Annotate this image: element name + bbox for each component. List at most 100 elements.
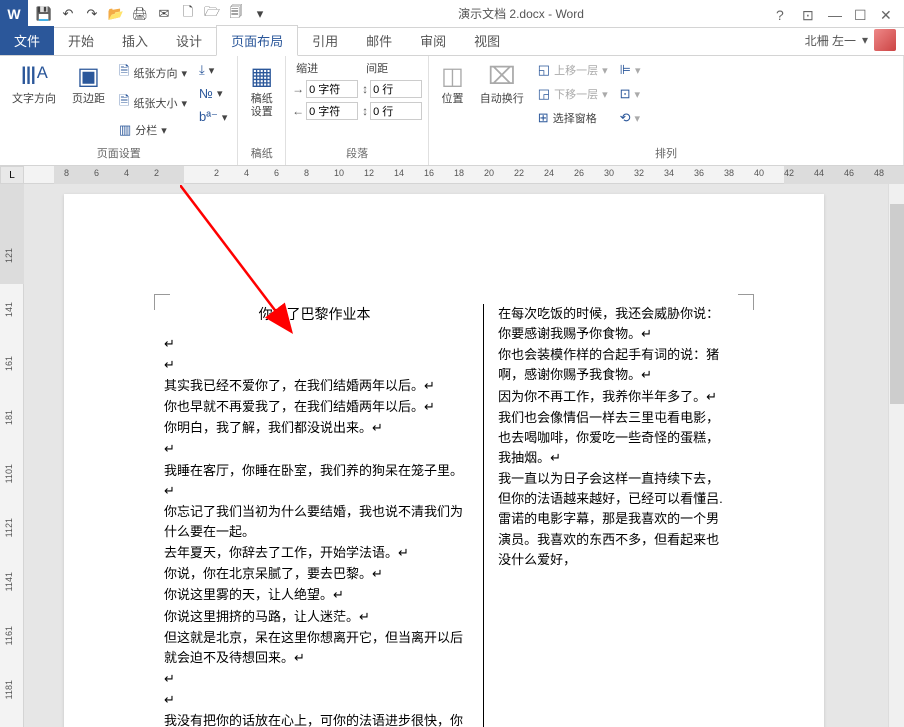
columns-button[interactable]: ▥分栏 ▾ xyxy=(115,120,191,140)
paragraph[interactable]: 在每次吃饭的时候，我还会威胁你说：你要感谢我赐予你食物。↵ xyxy=(498,304,724,344)
save-icon[interactable]: 💾 xyxy=(36,6,52,22)
paragraph[interactable]: 因为你不再工作，我养你半年多了。↵ xyxy=(498,387,724,407)
indent-left-spinner[interactable]: → xyxy=(292,80,358,98)
paragraph[interactable]: 我睡在客厅，你睡在卧室，我们养的狗呆在笼子里。↵ xyxy=(164,461,465,501)
ruler-h-tick: 24 xyxy=(544,168,554,178)
tab-review[interactable]: 审阅 xyxy=(406,26,460,55)
paragraph[interactable]: 你明白，我了解，我们都没说出来。↵ xyxy=(164,418,465,438)
group-arrange: 排列 xyxy=(435,143,897,163)
paragraph[interactable]: 其实我已经不爱你了，在我们结婚两年以后。↵ xyxy=(164,376,465,396)
tab-insert[interactable]: 插入 xyxy=(108,26,162,55)
indent-left-input[interactable] xyxy=(306,80,358,98)
open-icon[interactable]: 📂 xyxy=(108,6,124,22)
ruler-v-tick: 1121 xyxy=(4,518,14,537)
minimize-icon[interactable]: — xyxy=(828,7,842,21)
wrap-button[interactable]: ⌧自动换行 xyxy=(474,60,530,108)
crop-mark-tl xyxy=(154,294,170,310)
tab-file[interactable]: 文件 xyxy=(0,26,54,55)
indent-right-input[interactable] xyxy=(306,102,358,120)
maximize-icon[interactable]: ☐ xyxy=(854,7,868,21)
spacing-before-spinner[interactable]: ↕ xyxy=(362,80,422,98)
paragraph[interactable]: 你也会装模作样的合起手有词的说：猪啊，感谢你赐予我食物。↵ xyxy=(498,345,724,385)
openfolder-icon[interactable]: 🗁 xyxy=(204,6,220,22)
hyphenation-button[interactable]: bª⁻▾ xyxy=(195,107,231,127)
paragraph[interactable]: 但这就是北京，呆在这里你想离开它，但当离开以后就会迫不及待想回来。↵ xyxy=(164,628,465,668)
paragraph[interactable]: 你说，你在北京呆腻了，要去巴黎。↵ xyxy=(164,564,465,584)
tab-home[interactable]: 开始 xyxy=(54,26,108,55)
orientation-button[interactable]: 🗎纸张方向 ▾ xyxy=(115,60,191,86)
undo-icon[interactable]: ↶ xyxy=(60,6,76,22)
text-direction-button[interactable]: Ⅲᴬ 文字方向 xyxy=(6,60,62,108)
position-button[interactable]: ◫位置 xyxy=(435,60,470,108)
paragraph[interactable]: 我没有把你的话放在心上，可你的法语进步很快，你的时候 xyxy=(164,711,465,727)
bring-forward-button[interactable]: ◱上移一层 ▾ xyxy=(534,60,612,80)
scrollbar-thumb[interactable] xyxy=(890,204,904,404)
new-icon[interactable]: 🗋 xyxy=(180,6,196,22)
column-right[interactable]: 在每次吃饭的时候，我还会威胁你说：你要感谢我赐予你食物。↵你也会装模作样的合起手… xyxy=(483,304,724,727)
quickprint-icon[interactable]: 🖨 xyxy=(132,6,148,22)
username[interactable]: 北柵 左一 xyxy=(805,32,856,49)
copy-icon[interactable]: 🗐 xyxy=(228,6,244,22)
page: 你去了巴黎作业本 ↵↵其实我已经不爱你了，在我们结婚两年以后。↵你也早就不再爱我… xyxy=(64,194,824,727)
avatar[interactable] xyxy=(874,29,896,51)
ruler-h-tick: 38 xyxy=(724,168,734,178)
paragraph[interactable]: ↵ xyxy=(164,669,465,689)
spacing-after-input[interactable] xyxy=(370,102,422,120)
indent-label: 缩进 xyxy=(292,60,358,76)
customize-qat-icon[interactable]: ▾ xyxy=(252,6,268,22)
manuscript-settings-button[interactable]: ▦ 稿纸 设置 xyxy=(244,60,279,121)
ruler-h-tick: 22 xyxy=(514,168,524,178)
ruler-v-tick: 1141 xyxy=(4,572,14,591)
paragraph[interactable]: ↵ xyxy=(164,439,465,459)
help-icon[interactable]: ? xyxy=(776,7,790,21)
tab-selector[interactable]: L xyxy=(0,166,24,184)
paragraph[interactable]: ↵ xyxy=(164,355,465,375)
group-button[interactable]: ⊡▾ xyxy=(616,84,645,104)
breaks-button[interactable]: ⤓▾ xyxy=(195,60,231,80)
horizontal-ruler[interactable]: L 86422468101214161820222426303234363840… xyxy=(0,166,904,184)
rotate-button[interactable]: ⟲▾ xyxy=(616,108,645,128)
redo-icon[interactable]: ↷ xyxy=(84,6,100,22)
tab-design[interactable]: 设计 xyxy=(162,26,216,55)
send-backward-button[interactable]: ◲下移一层 ▾ xyxy=(534,84,612,104)
paragraph[interactable]: 你说这里雾的天，让人绝望。↵ xyxy=(164,585,465,605)
tab-references[interactable]: 引用 xyxy=(298,26,352,55)
document-viewport[interactable]: 你去了巴黎作业本 ↵↵其实我已经不爱你了，在我们结婚两年以后。↵你也早就不再爱我… xyxy=(24,184,904,727)
ribbon-options-icon[interactable]: ⊡ xyxy=(802,7,816,21)
tab-view[interactable]: 视图 xyxy=(460,26,514,55)
paragraph[interactable]: 你忘记了我们当初为什么要结婚，我也说不清我们为什么要在一起。 xyxy=(164,502,465,542)
ruler-h-tick: 44 xyxy=(814,168,824,178)
size-button[interactable]: 🗎纸张大小 ▾ xyxy=(115,90,191,116)
ruler-h-tick: 6 xyxy=(274,168,279,178)
align-button[interactable]: ⊫▾ xyxy=(616,60,645,80)
rotate-icon: ⟲ xyxy=(620,110,631,126)
margins-button[interactable]: ▣ 页边距 xyxy=(66,60,111,108)
tab-layout[interactable]: 页面布局 xyxy=(216,25,298,56)
mail-icon[interactable]: ✉ xyxy=(156,6,172,22)
paragraph[interactable]: 你说这里拥挤的马路，让人迷茫。↵ xyxy=(164,607,465,627)
spacing-before-input[interactable] xyxy=(370,80,422,98)
close-icon[interactable]: ✕ xyxy=(880,7,894,21)
selection-pane-button[interactable]: ⊞选择窗格 xyxy=(534,108,612,128)
spacing-after-spinner[interactable]: ↕ xyxy=(362,102,422,120)
tab-mail[interactable]: 邮件 xyxy=(352,26,406,55)
group-page-setup: 页面设置 xyxy=(6,143,231,163)
paragraph[interactable]: ↵ xyxy=(164,690,465,710)
paragraph[interactable]: 你也早就不再爱我了，在我们结婚两年以后。↵ xyxy=(164,397,465,417)
group-paragraph: 段落 xyxy=(292,143,422,163)
paragraph[interactable]: ↵ xyxy=(164,334,465,354)
paragraph[interactable]: 我们也会像情侣一样去三里屯看电影，也去喝咖啡，你爱吃一些奇怪的蛋糕，我抽烟。↵ xyxy=(498,408,724,468)
column-left[interactable]: 你去了巴黎作业本 ↵↵其实我已经不爱你了，在我们结婚两年以后。↵你也早就不再爱我… xyxy=(164,304,465,727)
line-numbers-button[interactable]: №▾ xyxy=(195,84,231,103)
paragraph[interactable]: 去年夏天，你辞去了工作，开始学法语。↵ xyxy=(164,543,465,563)
indent-left-icon: → xyxy=(292,82,304,96)
hyphenation-icon: bª⁻ xyxy=(199,109,218,125)
paragraph[interactable]: 我一直以为日子会这样一直持续下去，但你的法语越来越好，已经可以看懂吕.雷诺的电影… xyxy=(498,469,724,570)
word-app-icon[interactable]: W xyxy=(0,0,28,28)
indent-right-spinner[interactable]: ← xyxy=(292,102,358,120)
vertical-scrollbar[interactable] xyxy=(888,184,904,727)
line-numbers-icon: № xyxy=(199,86,213,101)
user-dropdown-icon[interactable]: ▾ xyxy=(862,33,868,47)
breaks-icon: ⤓ xyxy=(199,62,205,78)
vertical-ruler[interactable]: 12114116118111011121114111611181 xyxy=(0,184,24,727)
